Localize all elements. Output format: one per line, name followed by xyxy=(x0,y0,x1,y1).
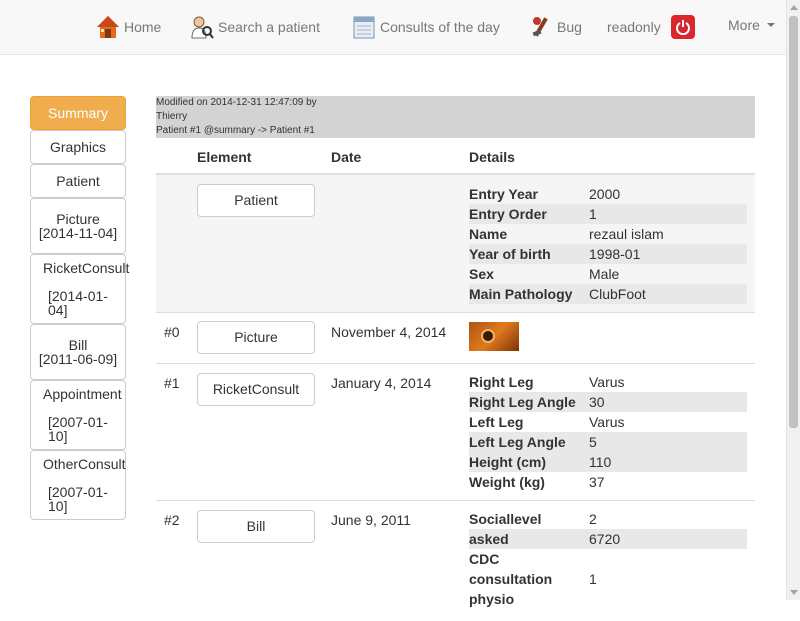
row-date: November 4, 2014 xyxy=(331,324,447,340)
breadcrumb: Patient #1 @summary -> Patient #1 xyxy=(156,125,315,136)
scroll-down-arrow-icon[interactable] xyxy=(790,590,798,595)
caret-down-icon xyxy=(766,23,775,27)
scroll-up-arrow-icon[interactable] xyxy=(790,5,798,10)
sidebar-item-date: [2007-01-10] xyxy=(48,484,108,514)
table-header: Element Date Details xyxy=(156,138,755,175)
top-navbar: Home Search a patient Consults of the da… xyxy=(0,0,786,55)
sidebar-item-label: Picture xyxy=(56,211,100,227)
detail-row: Entry Year 2000 xyxy=(469,186,621,202)
detail-row: asked 6720 xyxy=(469,529,747,549)
picture-thumbnail[interactable] xyxy=(469,322,519,351)
detail-row: consultation 1 xyxy=(469,571,597,587)
modified-by-text: Modified on 2014-12-31 12:47:09 by Thier… xyxy=(156,97,317,122)
detail-row: Height (cm) 110 xyxy=(469,452,747,472)
nav-user-label: readonly xyxy=(607,19,661,35)
detail-row: CDC xyxy=(469,551,500,567)
sidebar-item-label: Appointment xyxy=(43,386,122,402)
nav-consults-label: Consults of the day xyxy=(380,19,500,35)
detail-row: Right Leg Varus xyxy=(469,374,625,390)
vertical-scrollbar[interactable] xyxy=(786,0,800,600)
ricketconsult-button[interactable]: RicketConsult xyxy=(197,373,315,406)
row-index: #2 xyxy=(164,512,180,528)
picture-button[interactable]: Picture xyxy=(197,321,315,354)
sidebar-item-date: [2014-11-04] xyxy=(38,225,118,241)
bill-details: Sociallevel 2 asked 6720 CDC consultation 1… xyxy=(469,509,747,609)
row-index: #0 xyxy=(164,324,180,340)
row-date: June 9, 2011 xyxy=(331,512,411,528)
sidebar-item-label: Graphics xyxy=(49,139,107,155)
nav-search-patient[interactable]: Search a patient xyxy=(190,12,320,42)
detail-row: Sociallevel 2 xyxy=(469,511,597,527)
power-icon[interactable] xyxy=(670,15,695,39)
sidebar-item-picture[interactable]: Picture [2014-11-04] xyxy=(30,198,126,254)
sidebar-item-patient[interactable]: Patient xyxy=(30,164,126,198)
sidebar-item-date: [2007-01-10] xyxy=(48,414,108,444)
sidebar-item-label: OtherConsult xyxy=(43,456,126,472)
nav-more-label: More xyxy=(728,17,760,33)
sidebar-item-otherconsult[interactable]: OtherConsult [2007-01-10] xyxy=(30,450,126,520)
detail-row: Left Leg Angle 5 xyxy=(469,432,747,452)
patient-button[interactable]: Patient xyxy=(197,184,315,217)
detail-row: Name rezaul islam xyxy=(469,226,664,242)
column-header-details: Details xyxy=(469,149,515,165)
detail-row: Weight (kg) 37 xyxy=(469,474,605,490)
nav-user-logout[interactable]: readonly xyxy=(607,12,695,42)
doctor-search-icon xyxy=(190,14,214,40)
detail-row: Left Leg Varus xyxy=(469,414,625,430)
sidebar-item-label: Patient xyxy=(56,173,100,189)
row-index: #1 xyxy=(164,375,180,391)
detail-row: Main Pathology ClubFoot xyxy=(469,284,747,304)
detail-row: Right Leg Angle 30 xyxy=(469,392,747,412)
sidebar-item-summary[interactable]: Summary xyxy=(30,96,126,130)
detail-row: physio xyxy=(469,591,515,607)
row-date: January 4, 2014 xyxy=(331,375,432,391)
table-row-picture: #0 Picture November 4, 2014 xyxy=(156,313,755,364)
sidebar-item-label: Bill xyxy=(68,337,88,353)
scrollbar-thumb[interactable] xyxy=(789,16,798,428)
bill-button[interactable]: Bill xyxy=(197,510,315,543)
detail-row: Sex Male xyxy=(469,266,620,282)
sidebar-item-label: Summary xyxy=(48,105,108,121)
home-icon xyxy=(96,14,120,40)
table-row-ricketconsult: #1 RicketConsult January 4, 2014 Right L… xyxy=(156,364,755,501)
nav-bug[interactable]: Bug xyxy=(529,12,582,42)
sidebar-item-appointment[interactable]: Appointment [2007-01-10] xyxy=(30,380,126,450)
sidebar-item-ricketconsult[interactable]: RicketConsult [2014-01-04] xyxy=(30,254,130,324)
sidebar-item-date: [2011-06-09] xyxy=(38,351,118,367)
nav-search-label: Search a patient xyxy=(218,19,320,35)
column-header-date: Date xyxy=(331,149,362,165)
column-header-element: Element xyxy=(197,149,252,165)
table-row-patient: Patient Entry Year 2000 Entry Order 1 Name… xyxy=(156,175,755,313)
nav-more-dropdown[interactable]: More xyxy=(728,10,775,40)
modification-info: Modified on 2014-12-31 12:47:09 by Thier… xyxy=(156,96,755,138)
sidebar-item-date: [2014-01-04] xyxy=(48,288,108,318)
patient-details: Entry Year 2000 Entry Order 1 Name rezaul i… xyxy=(469,184,747,304)
detail-row: Entry Order 1 xyxy=(469,204,747,224)
bug-icon xyxy=(529,14,553,40)
table-row-bill: #2 Bill June 9, 2011 Sociallevel 2 asked 6… xyxy=(156,501,755,621)
nav-home-label: Home xyxy=(124,19,162,35)
nav-home[interactable]: Home xyxy=(96,12,161,42)
sidebar-item-bill[interactable]: Bill [2011-06-09] xyxy=(30,324,126,380)
detail-row: Year of birth 1998-01 xyxy=(469,244,747,264)
ricketconsult-details: Right Leg Varus Right Leg Angle 30 Left Le… xyxy=(469,372,747,492)
calendar-icon xyxy=(352,14,376,40)
nav-consults-of-day[interactable]: Consults of the day xyxy=(352,12,500,42)
nav-bug-label: Bug xyxy=(557,19,582,35)
sidebar-item-graphics[interactable]: Graphics xyxy=(30,130,126,164)
sidebar-item-label: RicketConsult xyxy=(43,260,130,276)
